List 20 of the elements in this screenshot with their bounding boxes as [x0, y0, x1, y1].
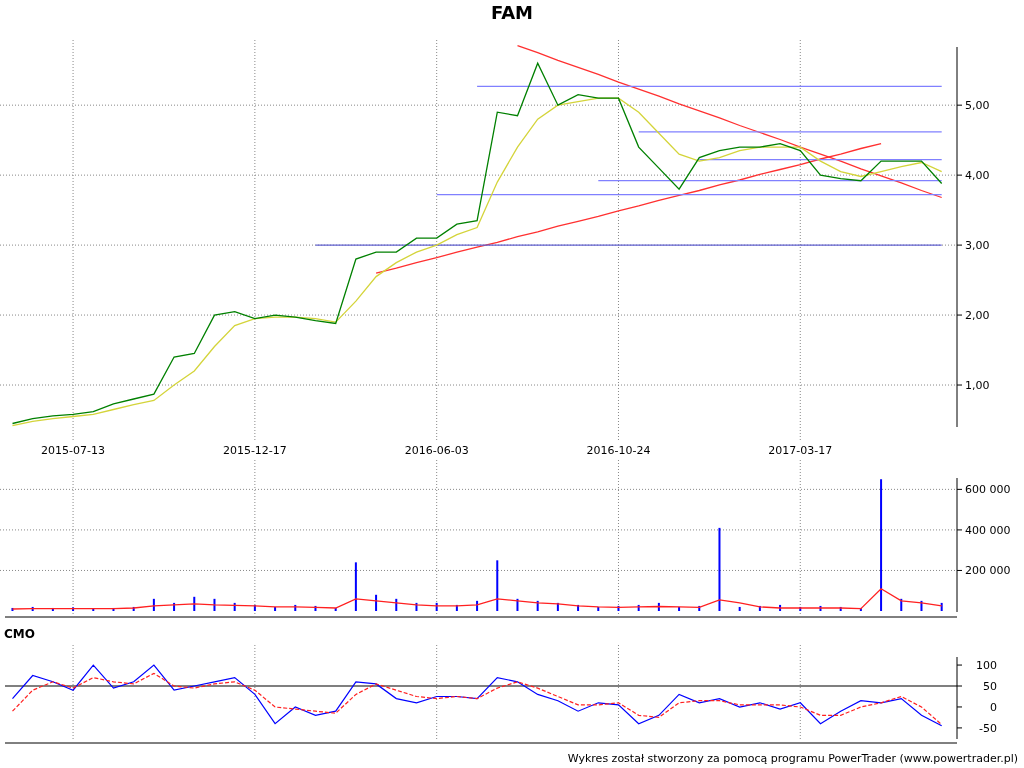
- x-axis-label: 2016-06-03: [404, 444, 469, 457]
- y-axis-label: 2,00: [965, 309, 990, 323]
- y-axis-label: 3,00: [965, 239, 990, 253]
- x-axis-label: 2015-12-17: [222, 444, 287, 457]
- chart-title: FAM: [490, 2, 534, 23]
- x-axis-label: 2015-07-13: [41, 444, 106, 457]
- y-axis-label: 4,00: [965, 169, 990, 183]
- y-axis-label: 100: [976, 659, 997, 673]
- indicator-title: CMO: [4, 626, 35, 641]
- x-axis-label: 2016-10-24: [586, 444, 651, 457]
- y-axis-label: 50: [983, 680, 997, 693]
- y-axis-label: 200 000: [965, 564, 1011, 578]
- footer-credit: Wykres został stworzony za pomocą programu PowerTrader (www.powertrader.pl): [567, 751, 1018, 765]
- x-axis-label: 2017-03-17: [768, 444, 833, 457]
- y-axis-label: 1,00: [965, 379, 990, 392]
- y-axis-label: 0: [990, 700, 997, 714]
- y-axis-label: 400 000: [965, 523, 1011, 537]
- y-axis-label: 5,00: [965, 99, 990, 113]
- y-axis-label: 600 000: [965, 483, 1011, 497]
- y-axis-label: -50: [979, 721, 997, 735]
